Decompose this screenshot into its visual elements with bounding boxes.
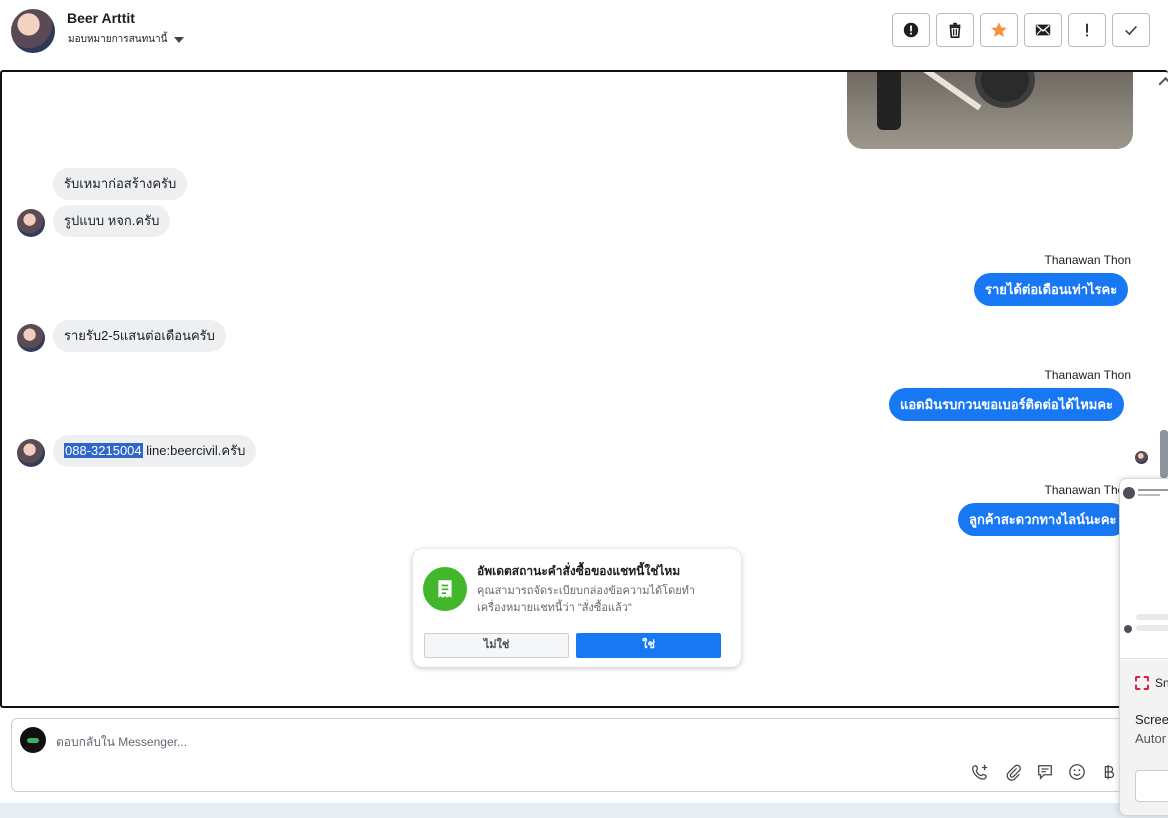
snip-subtitle: Autor bbox=[1135, 731, 1167, 746]
prompt-description: คุณสามารถจัดระเบียบกล่องข้อความได้โดยทำเ… bbox=[477, 585, 696, 614]
message-outgoing[interactable]: รายได้ต่อเดือนเท่าไรคะ bbox=[974, 273, 1129, 306]
exclamation-icon bbox=[1086, 23, 1088, 37]
conversation-header: Beer Arttit มอบหมายการสนทนานี้ bbox=[0, 0, 1168, 70]
prompt-title: อัพเดตสถานะคำสั่งซื้อของแชทนี้ใช่ไหม bbox=[477, 564, 681, 578]
snip-title: Scree bbox=[1135, 712, 1168, 727]
snip-details: Sn Scree Autor bbox=[1120, 660, 1168, 815]
paperclip-icon[interactable] bbox=[1004, 763, 1022, 781]
contact-avatar[interactable] bbox=[11, 9, 55, 53]
sender-name: Thanawan Thon bbox=[1044, 253, 1131, 267]
snip-app-label: Sn bbox=[1155, 676, 1168, 690]
message-outgoing[interactable]: ลูกค้าสะดวกทางไลน์นะคะ bbox=[958, 503, 1128, 536]
snip-thumbnail[interactable] bbox=[1120, 479, 1168, 659]
reply-input[interactable]: ตอบกลับใน Messenger... bbox=[56, 733, 187, 752]
contact-avatar-small bbox=[17, 209, 45, 237]
contact-avatar-small bbox=[17, 324, 45, 352]
message-thread[interactable]: รับเหมาก่อสร้างครับ รูปแบบ หจก.ครับ Than… bbox=[0, 70, 1168, 708]
scissors-icon bbox=[1135, 676, 1149, 690]
order-status-prompt: อัพเดตสถานะคำสั่งซื้อของแชทนี้ใช่ไหม คุณ… bbox=[413, 549, 741, 667]
no-button[interactable]: ไม่ใช่ bbox=[424, 633, 569, 658]
scrollbar[interactable] bbox=[1160, 430, 1168, 478]
conversation-toolbar bbox=[892, 13, 1150, 47]
sender-name: Thanawan Thon bbox=[1044, 483, 1131, 497]
follow-up-button[interactable] bbox=[1068, 13, 1106, 47]
message-incoming[interactable]: รับเหมาก่อสร้างครับ bbox=[53, 168, 188, 200]
message-text: line:beercivil.ครับ bbox=[142, 443, 246, 458]
page-bottom-strip bbox=[0, 803, 1168, 818]
selected-phone-number[interactable]: 088-3215004 bbox=[64, 443, 143, 458]
baht-payment-icon[interactable] bbox=[1100, 763, 1118, 781]
message-incoming[interactable]: 088-3215004 line:beercivil.ครับ bbox=[53, 435, 257, 467]
photo-figure bbox=[877, 72, 901, 130]
contact-name[interactable]: Beer Arttit bbox=[67, 10, 135, 26]
contact-avatar-small bbox=[17, 439, 45, 467]
trash-icon bbox=[949, 22, 961, 39]
message-outgoing[interactable]: แอดมินรบกวนขอเบอร์ติดต่อได้ไหมคะ bbox=[889, 388, 1125, 421]
saved-reply-icon[interactable] bbox=[1036, 763, 1054, 781]
star-icon bbox=[991, 22, 1007, 38]
delete-button[interactable] bbox=[936, 13, 974, 47]
envelope-icon bbox=[1035, 24, 1051, 36]
photo-road-line bbox=[912, 72, 982, 111]
page-avatar bbox=[20, 727, 46, 753]
done-button[interactable] bbox=[1112, 13, 1150, 47]
mark-unread-button[interactable] bbox=[1024, 13, 1062, 47]
reply-composer[interactable]: ตอบกลับใน Messenger... bbox=[11, 718, 1131, 792]
snip-notification[interactable]: Sn Scree Autor bbox=[1119, 478, 1168, 816]
alert-circle-icon bbox=[903, 22, 919, 38]
messenger-inbox: Beer Arttit มอบหมายการสนทนานี้ รับเหมาก่… bbox=[0, 0, 1168, 818]
read-receipt-avatar bbox=[1135, 451, 1148, 464]
phone-plus-icon[interactable] bbox=[972, 763, 990, 781]
message-incoming[interactable]: รายรับ2-5แสนต่อเดือนครับ bbox=[53, 320, 226, 352]
assign-label: มอบหมายการสนทนานี้ bbox=[68, 34, 168, 45]
emoji-icon[interactable] bbox=[1068, 763, 1086, 781]
receipt-icon bbox=[423, 567, 467, 611]
yes-button[interactable]: ใช่ bbox=[576, 633, 721, 658]
spam-button[interactable] bbox=[892, 13, 930, 47]
snip-action-button[interactable] bbox=[1135, 770, 1168, 802]
photo-tire bbox=[975, 72, 1035, 108]
snip-app-name: Sn bbox=[1135, 676, 1168, 690]
shared-photo[interactable] bbox=[847, 72, 1133, 149]
caret-down-icon bbox=[174, 36, 185, 43]
check-icon bbox=[1125, 25, 1137, 36]
sender-name: Thanawan Thon bbox=[1044, 368, 1131, 382]
star-button[interactable] bbox=[980, 13, 1018, 47]
assign-conversation-dropdown[interactable]: มอบหมายการสนทนานี้ bbox=[68, 32, 185, 47]
message-incoming[interactable]: รูปแบบ หจก.ครับ bbox=[53, 205, 171, 237]
composer-actions bbox=[972, 763, 1118, 781]
